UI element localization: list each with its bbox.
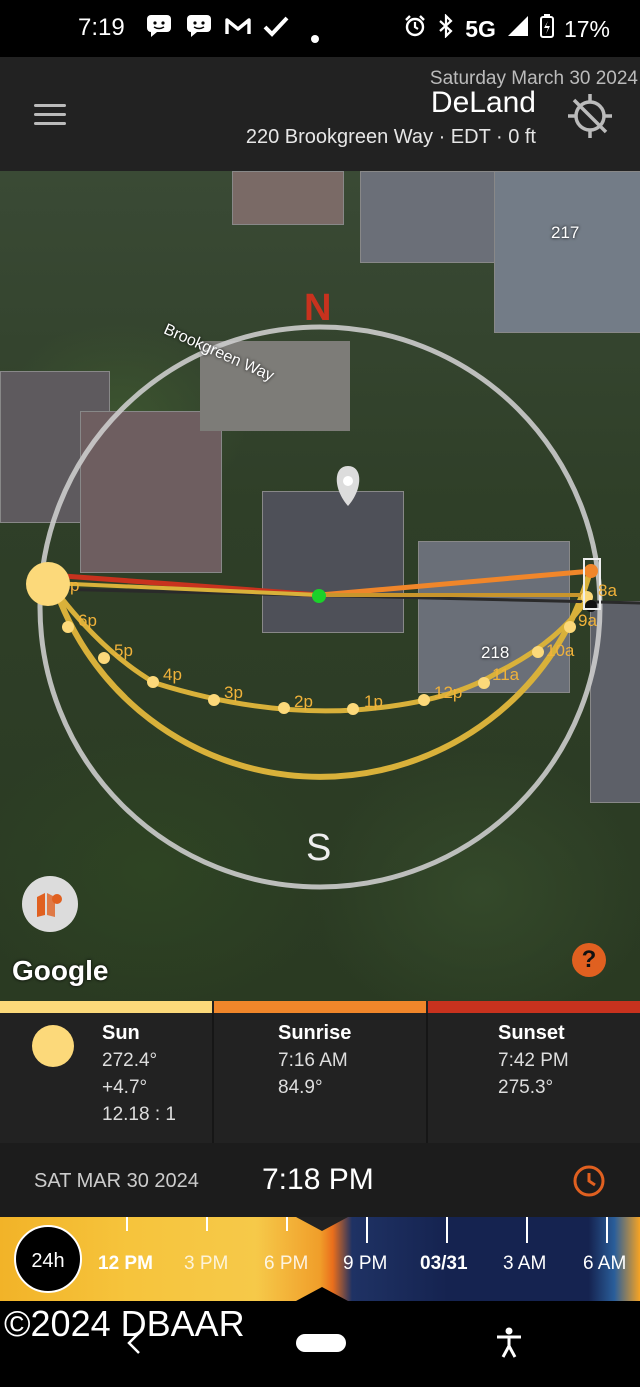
satellite-map[interactable]: Brookgreen Way 217 218 N S p 6p 5p 4p 3p… [0, 171, 640, 1001]
timeline-tick [606, 1217, 608, 1243]
timeline-tick [126, 1217, 128, 1231]
24h-toggle-button[interactable]: 24h [14, 1225, 82, 1293]
timeline-tick [366, 1217, 368, 1243]
back-icon[interactable] [124, 1330, 144, 1363]
status-bar: 7:19 5G 17% [0, 0, 640, 57]
help-button[interactable]: ? [572, 943, 606, 977]
position-dot [312, 589, 326, 603]
south-label: S [306, 827, 332, 869]
network-label: 5G [465, 15, 496, 42]
gmail-icon [224, 14, 252, 44]
hour-label: 5p [114, 641, 133, 660]
timeline-label: 03/31 [420, 1253, 468, 1274]
sunrise-time: 7:16 AM [278, 1050, 348, 1071]
sun-panel[interactable]: Sun 272.4° +4.7° 12.18 : 1 [102, 1013, 210, 1143]
timeline-label: 3 AM [503, 1253, 547, 1274]
selected-date[interactable]: SAT MAR 30 2024 [34, 1170, 199, 1193]
timeline-tick [446, 1217, 448, 1243]
house-label-218: 218 [481, 643, 510, 662]
chat-icon [146, 14, 172, 44]
hamburger-icon[interactable] [34, 104, 66, 126]
hour-label: 3p [224, 683, 243, 702]
sun-elevation: +4.7° [102, 1077, 148, 1098]
dot-icon [310, 24, 320, 50]
sun-azimuth: 272.4° [102, 1050, 158, 1071]
timeline-label: 9 PM [343, 1253, 388, 1274]
sunrise-dot [584, 564, 598, 578]
timeline-label: 6 PM [264, 1253, 309, 1274]
panel-divider [426, 1013, 428, 1143]
selected-time[interactable]: 7:18 PM [262, 1163, 374, 1197]
hour-label: 2p [294, 692, 313, 711]
gps-off-icon[interactable] [566, 92, 614, 140]
sunrise-azimuth: 84.9° [278, 1077, 323, 1098]
timeline-label: 3 PM [184, 1253, 229, 1274]
chat-icon [186, 14, 212, 44]
hour-label: 4p [163, 665, 182, 684]
alarm-icon [403, 14, 427, 44]
home-pill[interactable] [296, 1334, 346, 1352]
map-layers-icon [37, 893, 62, 917]
timeline-label: 6 AM [583, 1253, 627, 1274]
sunset-stripe [428, 1001, 640, 1013]
timeline-pointer [296, 1217, 348, 1231]
sunrise-title: Sunrise [278, 1022, 352, 1044]
hour-label: 11a [492, 665, 520, 684]
hour-label: 10a [546, 641, 575, 660]
sun-title: Sun [102, 1022, 140, 1044]
sunrise-panel[interactable]: Sunrise 7:16 AM 84.9° [278, 1013, 418, 1143]
timeline-tick [206, 1217, 208, 1231]
google-logo: Google [12, 955, 109, 986]
timeline-pointer-bottom [296, 1287, 348, 1301]
check-icon [262, 14, 290, 44]
hour-label: 6p [78, 611, 97, 630]
status-time: 7:19 [78, 14, 125, 41]
clock-icon[interactable] [572, 1164, 606, 1198]
sunrise-stripe [214, 1001, 426, 1013]
map-layers-button[interactable] [22, 876, 78, 932]
sun-icon [32, 1025, 74, 1067]
sun-stripe [0, 1001, 212, 1013]
north-label: N [304, 287, 332, 329]
sunset-title: Sunset [498, 1022, 565, 1044]
sunrise-line [319, 568, 593, 598]
hour-label: 8a [598, 581, 617, 600]
battery-label: 17% [563, 15, 610, 42]
timeline-tick [526, 1217, 528, 1243]
hour-label: 9a [578, 611, 597, 630]
header-address[interactable]: 220 Brookgreen Way · EDT · 0 ft [246, 126, 536, 149]
battery-icon [539, 14, 554, 44]
sunset-time: 7:42 PM [498, 1050, 569, 1071]
signal-icon [506, 15, 530, 43]
hour-label: 12p [434, 683, 463, 702]
hour-label: p [70, 576, 80, 595]
status-right: 5G 17% [403, 13, 610, 44]
sun-ratio: 12.18 : 1 [102, 1104, 176, 1125]
sunset-azimuth: 275.3° [498, 1077, 554, 1098]
timeline-tick [286, 1217, 288, 1231]
header-city[interactable]: DeLand [431, 86, 536, 120]
timeline-label: 12 PM [98, 1253, 153, 1274]
hour-label: 1p [364, 692, 383, 711]
bluetooth-icon [437, 13, 455, 44]
accessibility-icon[interactable] [494, 1326, 524, 1366]
panel-divider [212, 1013, 214, 1143]
house-label-217: 217 [551, 223, 580, 242]
compass-ring [37, 324, 603, 890]
sun-icon-map [26, 562, 70, 606]
sunset-panel[interactable]: Sunset 7:42 PM 275.3° [498, 1013, 638, 1143]
